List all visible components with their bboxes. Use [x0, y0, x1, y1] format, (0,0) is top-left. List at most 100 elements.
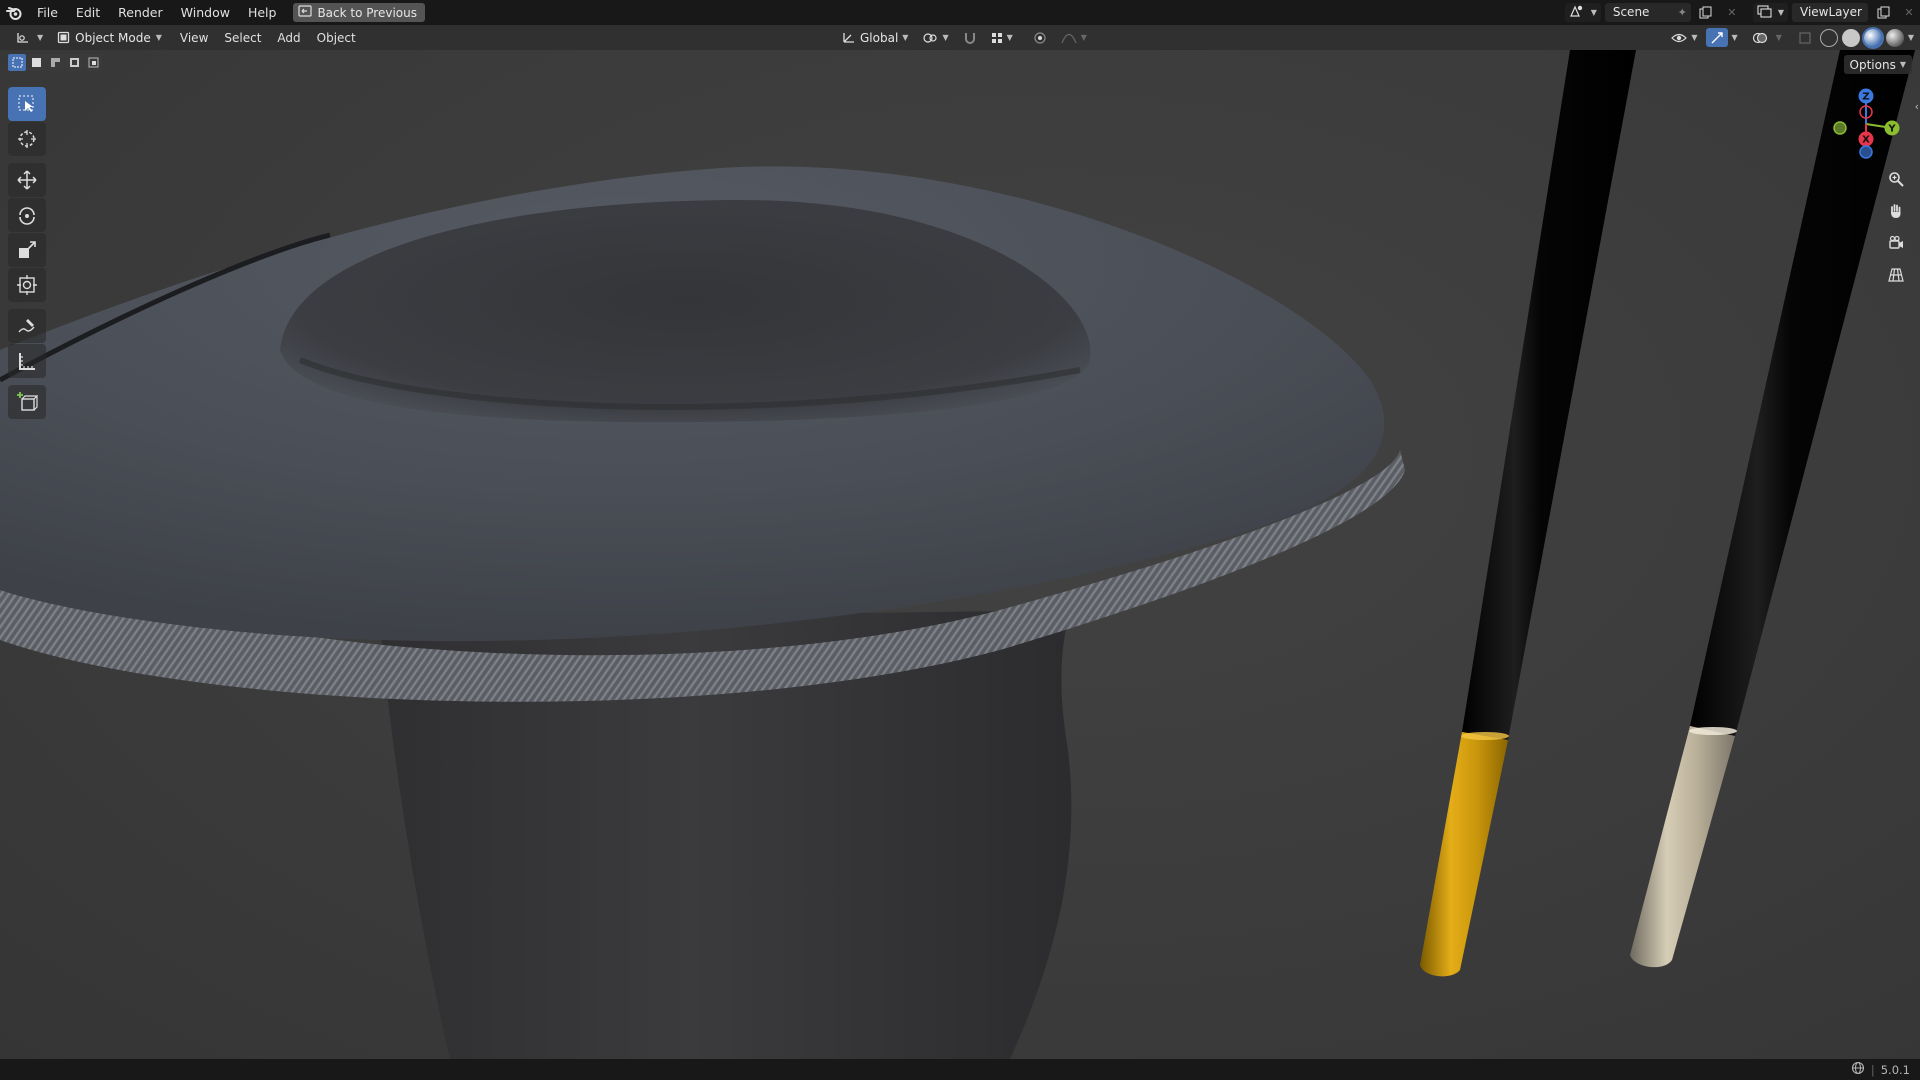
delete-scene-button[interactable]: ✕ — [1721, 3, 1743, 22]
hand-pan-icon[interactable] — [1882, 197, 1910, 225]
navigation-buttons — [1882, 165, 1910, 289]
solid-shading-button[interactable] — [1841, 28, 1860, 47]
gizmo-icon — [1711, 31, 1723, 43]
move-arrows-icon — [17, 170, 37, 190]
rendered-shading-button[interactable] — [1885, 28, 1904, 47]
chevron-down-icon: ▼ — [1899, 60, 1906, 69]
scene-icon — [1569, 4, 1585, 21]
transform-orientation-label: Global — [860, 30, 899, 45]
header-menu-add[interactable]: Add — [269, 31, 308, 45]
menu-help[interactable]: Help — [239, 0, 286, 25]
overlays-icon — [1752, 32, 1767, 43]
select-intersect-icon[interactable] — [84, 54, 102, 71]
measure-tool[interactable] — [8, 344, 46, 378]
move-tool[interactable] — [8, 163, 46, 197]
object-mode-dropdown[interactable]: Object Mode ▼ — [51, 28, 168, 47]
header-menu-object[interactable]: Object — [309, 31, 364, 45]
overlays-toggle[interactable] — [1748, 28, 1772, 47]
transform-tool[interactable] — [8, 268, 46, 302]
wand-gold-tip — [1420, 50, 1636, 977]
status-separator: | — [1870, 1062, 1875, 1077]
scene-selector-dropdown[interactable]: ▼ — [1564, 3, 1601, 22]
3d-viewport[interactable]: Options ▼ Z Y X ‹ — [0, 50, 1920, 1059]
select-new-icon[interactable] — [8, 54, 26, 71]
select-cursor-icon — [18, 95, 34, 112]
sidebar-toggle-chevron-icon[interactable]: ‹ — [1915, 100, 1919, 113]
view-layer-selector-dropdown[interactable]: ▼ — [1752, 3, 1788, 22]
chevron-down-icon: ▼ — [1006, 33, 1013, 42]
viewport-options-dropdown[interactable]: Options ▼ — [1843, 55, 1912, 74]
header-menu-view[interactable]: View — [172, 31, 216, 45]
menu-window[interactable]: Window — [172, 0, 239, 25]
pin-icon[interactable]: ✦ — [1678, 3, 1687, 22]
chevron-down-icon: ▼ — [155, 33, 162, 42]
orientation-global-icon — [843, 33, 854, 43]
xray-icon — [1799, 31, 1811, 44]
transform-orientation-dropdown[interactable]: Global ▼ — [838, 28, 912, 47]
view-layer-name-field[interactable]: ViewLayer — [1792, 3, 1868, 22]
visibility-dropdown[interactable]: ▼ — [1667, 28, 1701, 47]
status-bar: | 5.0.1 — [0, 1059, 1920, 1080]
chevron-down-icon: ▼ — [1777, 8, 1784, 17]
snap-toggle[interactable] — [959, 28, 981, 47]
menu-render[interactable]: Render — [109, 0, 172, 25]
add-cube-tool[interactable] — [8, 385, 46, 419]
chevron-down-icon: ▼ — [1590, 8, 1597, 17]
object-mode-label: Object Mode — [75, 30, 151, 45]
snap-target-dropdown[interactable]: ▼ — [987, 28, 1017, 47]
scale-icon — [19, 241, 36, 258]
select-invert-icon[interactable] — [65, 54, 83, 71]
tool-shelf — [8, 87, 46, 420]
cursor-tool[interactable] — [8, 122, 46, 156]
wireframe-shading-button[interactable] — [1819, 28, 1838, 47]
perspective-grid-icon[interactable] — [1882, 261, 1910, 289]
menu-file[interactable]: File — [28, 0, 67, 25]
blender-logo-icon[interactable] — [0, 0, 28, 25]
xray-toggle[interactable] — [1794, 28, 1816, 47]
back-to-previous-button[interactable]: Back to Previous — [293, 3, 425, 22]
select-extend-icon[interactable] — [27, 54, 45, 71]
scene-name-field[interactable]: Scene ✦ — [1604, 3, 1691, 22]
select-box-tool[interactable] — [8, 87, 46, 121]
navigation-gizmo[interactable]: Z Y X — [1826, 84, 1906, 164]
new-scene-button[interactable] — [1695, 3, 1717, 22]
chevron-down-icon: ▼ — [37, 33, 44, 42]
gizmo-toggle[interactable] — [1705, 28, 1728, 47]
view-layer-name-text: ViewLayer — [1800, 5, 1862, 19]
camera-view-icon[interactable] — [1882, 229, 1910, 257]
select-subtract-icon[interactable] — [46, 54, 64, 71]
selection-mode-group — [8, 54, 102, 71]
back-to-previous-label: Back to Previous — [317, 5, 417, 20]
rotate-tool[interactable] — [8, 198, 46, 232]
3d-viewport-icon — [17, 33, 28, 43]
ruler-measure-icon — [19, 353, 35, 370]
screen-back-icon — [298, 5, 313, 20]
proportional-editing-icon — [1034, 31, 1046, 44]
editor-type-dropdown[interactable]: ▼ — [10, 28, 49, 47]
new-view-layer-button[interactable] — [1872, 3, 1894, 22]
chevron-down-icon[interactable]: ▼ — [1776, 33, 1782, 42]
delete-view-layer-button[interactable]: ✕ — [1898, 3, 1920, 22]
copy-icon — [1876, 6, 1890, 19]
scene-name-text: Scene — [1612, 5, 1650, 19]
proportional-editing-toggle[interactable] — [1029, 28, 1051, 47]
falloff-curve-icon — [1061, 33, 1077, 43]
3d-cursor-icon — [18, 130, 36, 148]
scale-tool[interactable] — [8, 233, 46, 267]
header-menu-select[interactable]: Select — [216, 31, 269, 45]
chevron-down-icon: ▼ — [902, 33, 909, 42]
menu-edit[interactable]: Edit — [67, 0, 109, 25]
chevron-down-icon[interactable]: ▼ — [1908, 33, 1914, 42]
zoom-icon[interactable] — [1882, 165, 1910, 193]
annotate-tool[interactable] — [8, 309, 46, 343]
pencil-annotate-icon — [18, 319, 35, 333]
chevron-down-icon[interactable]: ▼ — [1732, 33, 1738, 42]
network-globe-icon[interactable] — [1851, 1061, 1865, 1078]
material-preview-shading-button[interactable] — [1863, 28, 1882, 47]
transform-icon — [17, 275, 37, 295]
copy-icon — [1699, 6, 1712, 19]
proportional-falloff-dropdown[interactable]: ▼ — [1057, 28, 1091, 47]
options-label: Options — [1849, 57, 1896, 72]
chevron-down-icon: ▼ — [1080, 33, 1087, 42]
pivot-point-dropdown[interactable]: ▼ — [918, 28, 952, 47]
